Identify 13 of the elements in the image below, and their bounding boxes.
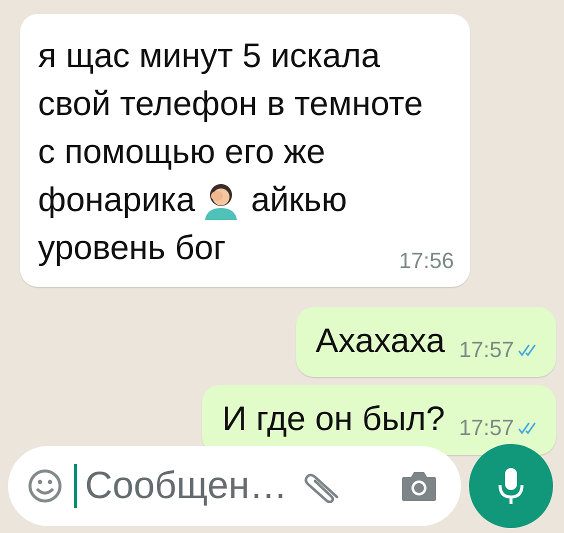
message-text: Ахахаха — [316, 321, 445, 362]
message-time: 17:57 — [458, 336, 514, 364]
message-text: уровень бог — [38, 228, 226, 269]
message-time: 17:57 — [458, 414, 514, 442]
microphone-icon — [496, 466, 526, 506]
message-field[interactable]: Сообщен… — [8, 446, 461, 526]
text-cursor — [74, 464, 77, 508]
message-text: фонарика — [38, 180, 196, 221]
message-input[interactable]: Сообщен… — [85, 458, 285, 514]
camera-icon[interactable] — [401, 470, 437, 502]
message-time: 17:56 — [398, 247, 454, 275]
message-text: И где он был? — [222, 399, 445, 440]
message-text: айкью — [251, 180, 348, 221]
